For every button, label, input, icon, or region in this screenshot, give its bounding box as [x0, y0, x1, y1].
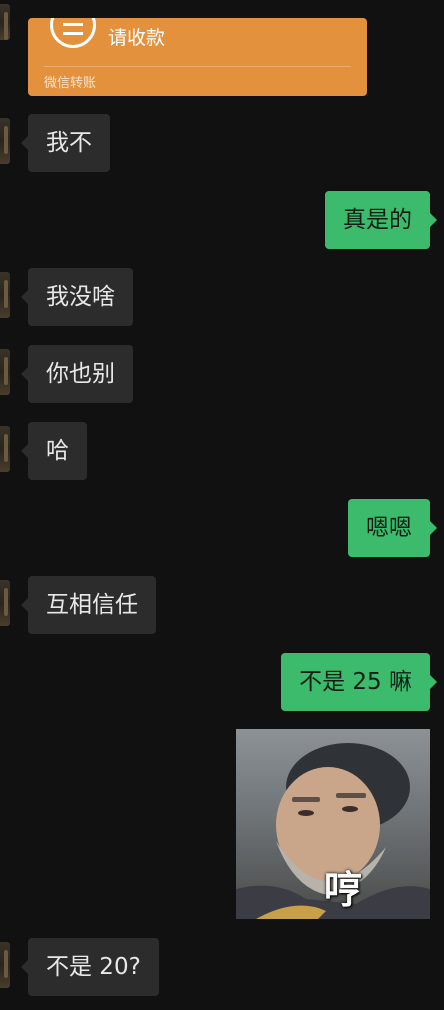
transfer-icon — [50, 18, 96, 48]
transfer-card[interactable]: 请收款 微信转账 — [28, 18, 367, 96]
message-text: 我不 — [46, 130, 92, 156]
sticker-caption: 哼 — [324, 868, 363, 912]
avatar[interactable] — [0, 349, 10, 395]
message-text: 哈 — [46, 438, 69, 464]
message-bubble-incoming[interactable]: 我没啥 — [21, 268, 133, 326]
message-bubble-incoming[interactable]: 不是 20? — [21, 938, 159, 996]
message-bubble-incoming[interactable]: 互相信任 — [21, 576, 156, 634]
message-bubble-incoming[interactable]: 我不 — [21, 114, 110, 172]
message-text: 你也别 — [46, 361, 115, 387]
transfer-title: 请收款 — [108, 27, 166, 49]
message-text: 嗯嗯 — [366, 515, 412, 541]
sticker-image[interactable]: 哼 — [236, 729, 430, 919]
avatar[interactable] — [0, 580, 10, 626]
avatar[interactable] — [0, 272, 10, 318]
message-text: 真是的 — [343, 207, 412, 233]
avatar[interactable] — [0, 942, 10, 988]
avatar[interactable] — [0, 4, 10, 40]
message-bubble-outgoing[interactable]: 嗯嗯 — [348, 499, 437, 557]
message-bubble-incoming[interactable]: 哈 — [21, 422, 87, 480]
divider — [44, 66, 351, 67]
message-bubble-outgoing[interactable]: 不是 25 嘛 — [281, 653, 437, 711]
message-text: 不是 25 嘛 — [299, 669, 412, 695]
message-text: 我没啥 — [46, 284, 115, 310]
message-text: 互相信任 — [46, 592, 138, 618]
transfer-footer: 微信转账 — [44, 76, 97, 91]
message-text: 不是 20? — [46, 954, 141, 980]
avatar[interactable] — [0, 426, 10, 472]
avatar[interactable] — [0, 118, 10, 164]
message-bubble-outgoing[interactable]: 真是的 — [325, 191, 437, 249]
message-bubble-incoming[interactable]: 你也别 — [21, 345, 133, 403]
